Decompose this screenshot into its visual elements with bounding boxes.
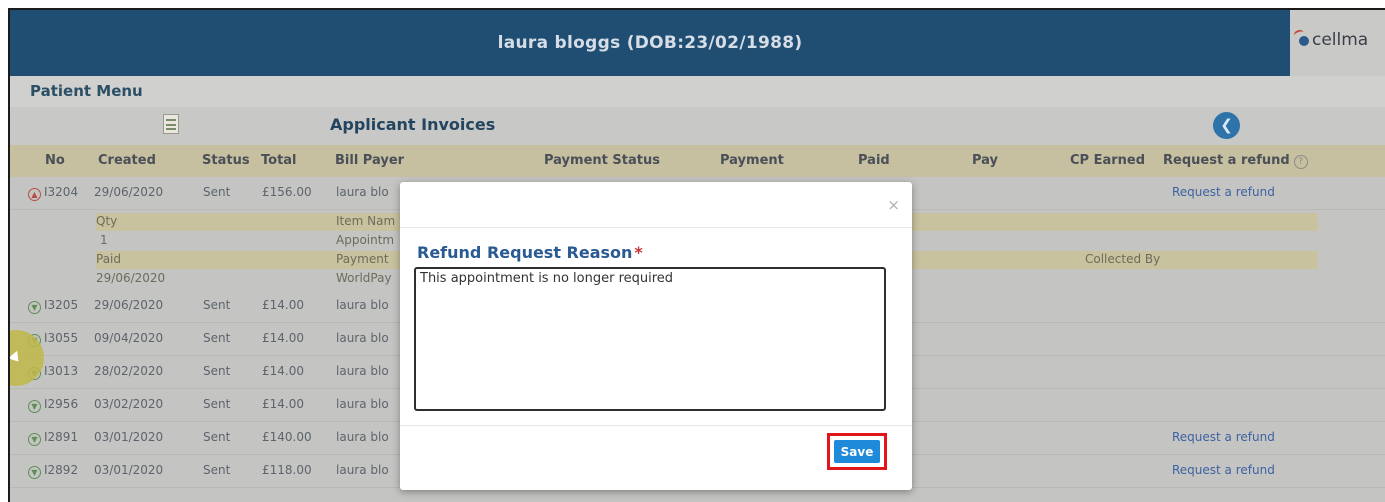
col-created: Created [98, 153, 156, 168]
status: Sent [203, 364, 231, 378]
bill-payer: laura blo [336, 463, 389, 477]
patient-menu-title[interactable]: Patient Menu [30, 82, 143, 100]
invoice-no[interactable]: ▼ I2891 [28, 430, 78, 446]
status: Sent [203, 397, 231, 411]
total: £14.00 [262, 397, 304, 411]
created-date: 03/01/2020 [94, 463, 164, 477]
created-date: 09/04/2020 [94, 331, 164, 345]
collapse-icon[interactable]: ▲ [28, 188, 41, 201]
invoices-title: Applicant Invoices [330, 115, 496, 134]
back-button[interactable]: ❮ [1213, 112, 1240, 139]
bill-payer: laura blo [336, 185, 389, 199]
status: Sent [203, 331, 231, 345]
col-payment-status: Payment Status [544, 153, 660, 168]
total: £14.00 [262, 364, 304, 378]
detail-payment-value: WorldPay [336, 271, 392, 285]
dialog-footer-divider [400, 425, 912, 426]
status: Sent [203, 298, 231, 312]
document-icon[interactable] [163, 114, 179, 134]
col-total: Total [261, 153, 297, 168]
expand-icon[interactable]: ▼ [28, 301, 41, 314]
status: Sent [203, 185, 231, 199]
required-marker: * [634, 243, 643, 262]
created-date: 03/02/2020 [94, 397, 164, 411]
invoice-table-header: No Created Status Total Bill Payer Payme… [10, 145, 1385, 177]
bill-payer: laura blo [336, 430, 389, 444]
invoice-no[interactable]: ▼ I2956 [28, 397, 78, 413]
invoice-no[interactable]: ▲ I3204 [28, 185, 78, 201]
help-icon[interactable]: ? [1293, 155, 1308, 169]
status: Sent [203, 430, 231, 444]
col-no: No [45, 153, 65, 168]
bill-payer: laura blo [336, 331, 389, 345]
col-pay: Pay [972, 153, 999, 168]
cellma-logo: cellma [1290, 10, 1385, 76]
refund-reason-input[interactable]: This appointment is no longer required [414, 267, 886, 411]
dialog-divider [400, 227, 912, 228]
created-date: 03/01/2020 [94, 430, 164, 444]
total: £140.00 [262, 430, 312, 444]
col-paid: Paid [858, 153, 890, 168]
detail-collected-label: Collected By [1085, 252, 1161, 266]
detail-item-label: Item Nam [336, 214, 396, 228]
detail-qty-label: Qty [96, 214, 118, 228]
request-refund-link[interactable]: Request a refund [1172, 185, 1275, 199]
created-date: 28/02/2020 [94, 364, 164, 378]
detail-paid-label: Paid [96, 252, 122, 266]
col-request-refund: Request a refund? [1163, 153, 1308, 169]
detail-qty-value: 1 [100, 233, 108, 247]
invoice-no[interactable]: ▼ I3205 [28, 298, 78, 314]
bill-payer: laura blo [336, 298, 389, 312]
app-window: laura bloggs (DOB:23/02/1988) cellma Pat… [8, 8, 1385, 502]
total: £118.00 [262, 463, 312, 477]
detail-item-value: Appointm [336, 233, 395, 247]
bill-payer: laura blo [336, 364, 389, 378]
expand-icon[interactable]: ▼ [28, 466, 41, 479]
save-button[interactable]: Save [834, 440, 880, 463]
total: £14.00 [262, 331, 304, 345]
patient-header: laura bloggs (DOB:23/02/1988) [10, 10, 1290, 76]
request-refund-link[interactable]: Request a refund [1172, 430, 1275, 444]
col-status: Status [202, 153, 250, 168]
detail-payment-label: Payment [336, 252, 389, 266]
patient-menu-bar: Patient Menu [10, 76, 1385, 108]
col-bill-payer: Bill Payer [335, 153, 405, 168]
expand-icon[interactable]: ▼ [28, 433, 41, 446]
invoice-no[interactable]: ▼ I2892 [28, 463, 78, 479]
detail-paid-value: 29/06/2020 [96, 271, 166, 285]
logo-text: cellma [1312, 30, 1369, 50]
request-refund-link[interactable]: Request a refund [1172, 463, 1275, 477]
created-date: 29/06/2020 [94, 185, 164, 199]
status: Sent [203, 463, 231, 477]
created-date: 29/06/2020 [94, 298, 164, 312]
patient-title: laura bloggs (DOB:23/02/1988) [497, 33, 803, 53]
refund-request-dialog: × Refund Request Reason * This appointmen… [400, 182, 912, 490]
bill-payer: laura blo [336, 397, 389, 411]
total: £156.00 [262, 185, 312, 199]
col-payment: Payment [720, 153, 784, 168]
col-cp-earned: CP Earned [1070, 153, 1146, 168]
logo-dot-icon [1299, 36, 1309, 46]
total: £14.00 [262, 298, 304, 312]
invoices-subheader: Applicant Invoices ❮ [10, 107, 1385, 145]
expand-icon[interactable]: ▼ [28, 400, 41, 413]
refund-reason-label: Refund Request Reason * [417, 243, 643, 262]
close-icon[interactable]: × [887, 196, 900, 214]
